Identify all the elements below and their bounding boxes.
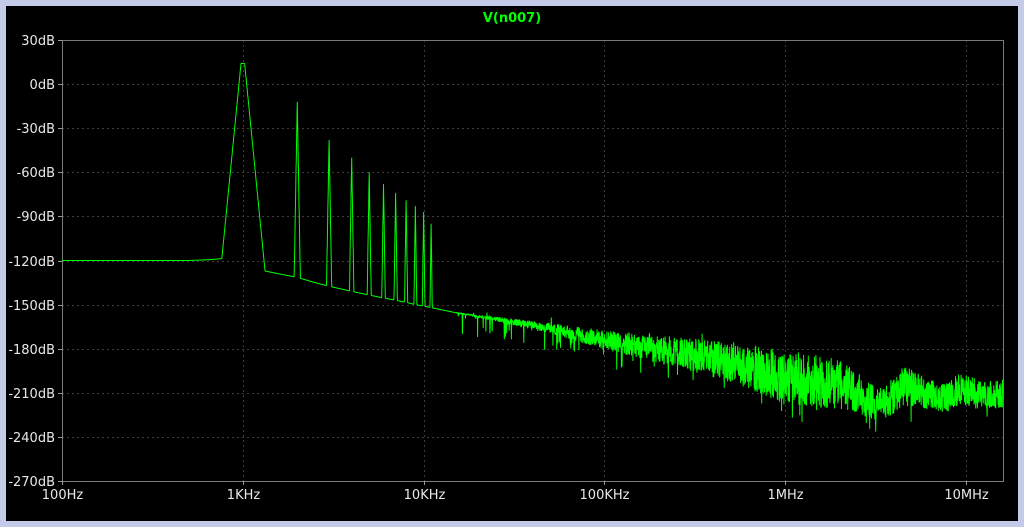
x-tick-label: 1MHz [767, 488, 803, 503]
y-tick-label: -180dB [8, 343, 55, 358]
y-tick-label: 30dB [21, 34, 55, 49]
fft-trace [62, 64, 1003, 432]
x-tick-label: 100KHz [580, 488, 630, 503]
y-tick-label: -210dB [8, 387, 55, 402]
fft-plot[interactable]: 30dB 0dB -30dB -60dB -90dB -120dB -150dB -180dB… [6, 6, 1018, 521]
y-tick-label: -90dB [17, 210, 55, 225]
trace-title: V(n007) [6, 11, 1018, 26]
plot-window: V(n007) 30dB 0dB -30dB -60dB -90dB -120dB -150… [0, 0, 1024, 527]
y-tick-label: -240dB [8, 431, 55, 446]
x-tick-label: 10MHz [944, 488, 989, 503]
plot-pane[interactable]: V(n007) 30dB 0dB -30dB -60dB -90dB -120dB -150… [6, 6, 1018, 521]
y-tick-label: -60dB [17, 166, 55, 181]
y-tick-label: -150dB [8, 299, 55, 314]
y-tick-label: -120dB [8, 255, 55, 270]
x-tick-label: 100Hz [42, 488, 84, 503]
x-tick-label: 10KHz [404, 488, 446, 503]
y-tick-label: 0dB [30, 78, 55, 93]
y-tick-label: -30dB [17, 122, 55, 137]
x-tick-label: 1KHz [227, 488, 261, 503]
